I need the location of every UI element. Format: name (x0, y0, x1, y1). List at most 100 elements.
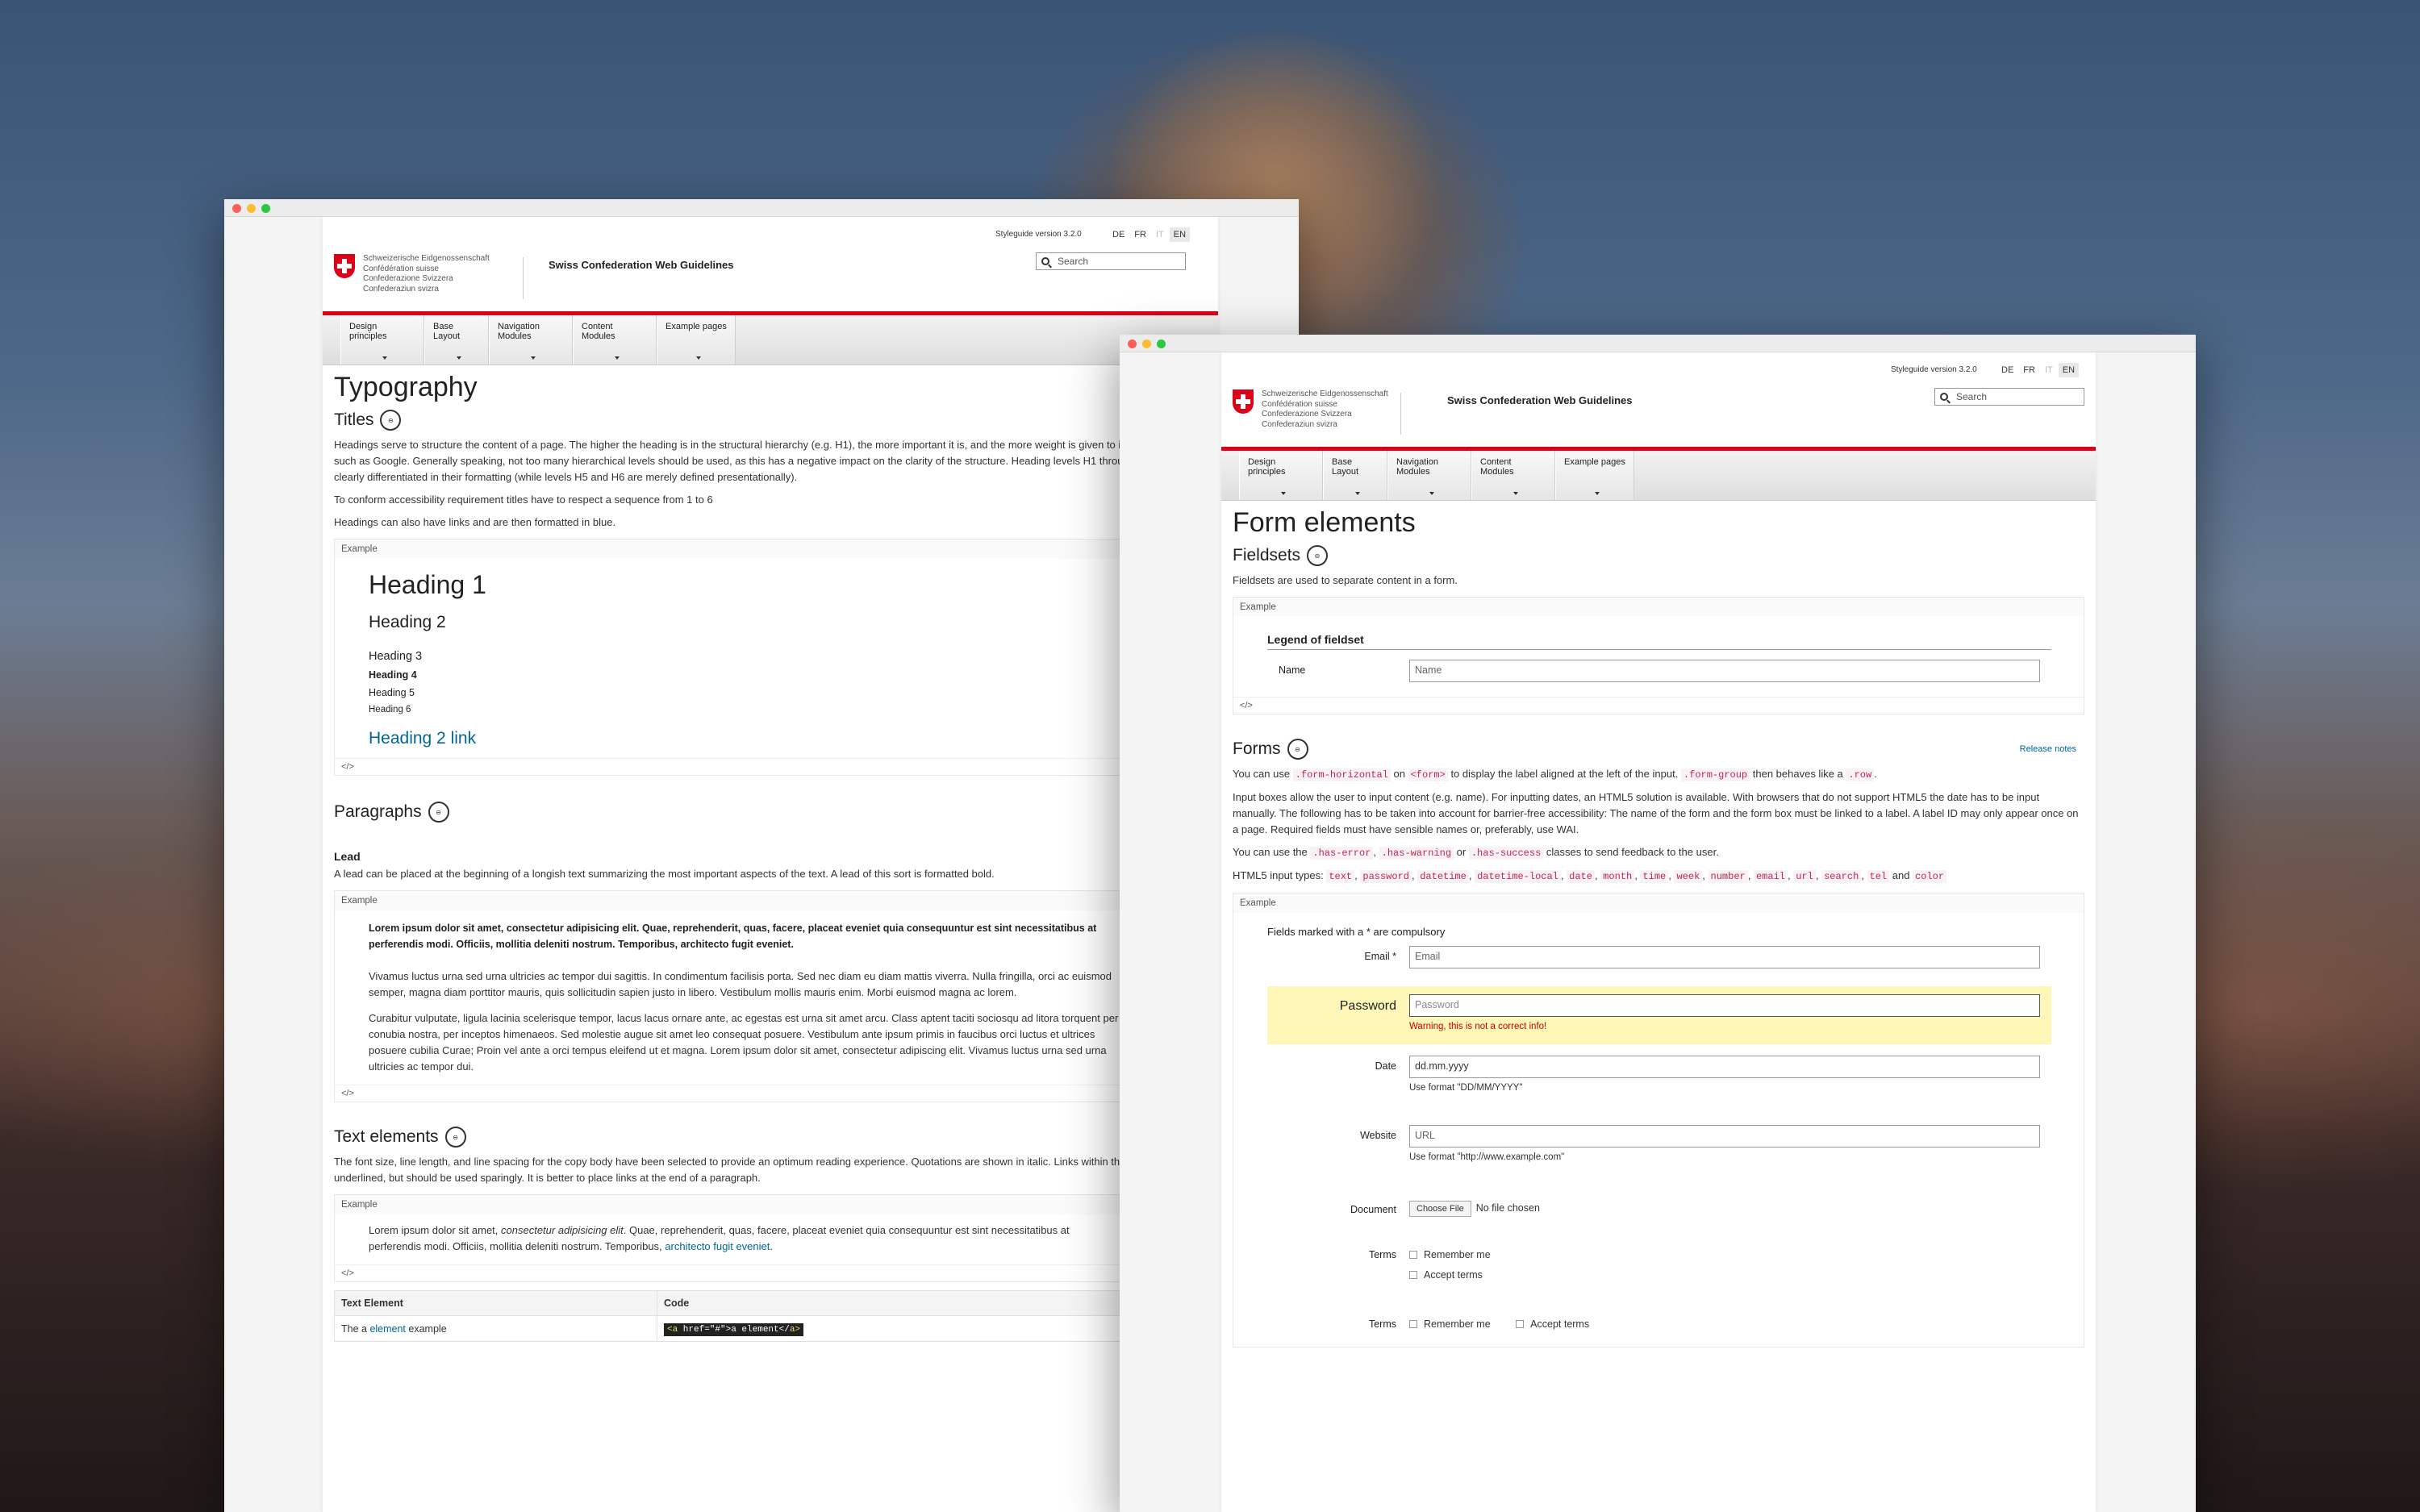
nav-item-design-principles[interactable]: Design principles (340, 315, 424, 364)
inline-code: month (1600, 870, 1635, 883)
lang-en[interactable]: EN (1169, 227, 1191, 242)
minimize-window-icon[interactable] (247, 204, 256, 213)
chevron-down-icon (1429, 492, 1434, 495)
lang-fr[interactable]: FR (2019, 363, 2039, 377)
nav-item-navigation-modules[interactable]: Navigation Modules (489, 315, 573, 364)
anchor-link-icon[interactable]: ⊖ (380, 410, 402, 431)
choose-file-button[interactable]: Choose File (1409, 1201, 1471, 1217)
inline-code: .row (1846, 768, 1875, 781)
anchor-link-icon[interactable]: ⊖ (428, 802, 449, 823)
cell-text: example (405, 1322, 447, 1335)
inline-code: week (1674, 870, 1703, 883)
date-label: Date (1375, 1060, 1396, 1072)
date-input[interactable]: dd.mm.yyyy (1409, 1056, 2040, 1078)
chevron-down-icon (696, 356, 701, 360)
logo-line: Confédération suisse (1262, 399, 1337, 409)
example-label: Example (335, 539, 1206, 559)
nav-item-example-pages[interactable]: Example pages (1555, 451, 1634, 500)
password-input[interactable]: Password (1409, 994, 2040, 1017)
text-element-sample: Lorem ipsum dolor sit amet, consectetur … (369, 1223, 1119, 1255)
page-typography: Styleguide version 3.2.0 DE FR IT EN Sch… (323, 217, 1218, 1512)
nav-item-example-pages[interactable]: Example pages (657, 315, 736, 364)
cell-link[interactable]: element (369, 1323, 405, 1335)
website-input[interactable]: URL (1409, 1125, 2040, 1148)
language-switcher: DE FR IT EN (1108, 227, 1191, 242)
logo-line: Schweizerische Eidgenossenschaft (1262, 389, 1388, 398)
password-warning-message: Warning, this is not a correct info! (1409, 1022, 1547, 1031)
cell-text: The a (341, 1322, 370, 1335)
remember-me-checkbox[interactable]: Remember me (1409, 1249, 1491, 1260)
inline-code: color (1913, 870, 1947, 883)
federal-logo[interactable]: Schweizerische Eidgenossenschaft Confédé… (334, 254, 490, 294)
maximize-window-icon[interactable] (1157, 339, 1166, 348)
search-icon (1041, 257, 1049, 265)
nav-label: principles (1248, 467, 1286, 477)
show-code-toggle[interactable]: </> (1233, 697, 2084, 714)
show-code-toggle[interactable]: </> (335, 1264, 1206, 1281)
show-code-toggle[interactable]: </> (335, 1085, 1206, 1102)
search-icon (1940, 393, 1948, 401)
lang-de[interactable]: DE (1108, 227, 1129, 242)
lang-it[interactable]: IT (2041, 363, 2057, 377)
anchor-link-icon[interactable]: ⊖ (444, 1127, 466, 1148)
lead-heading: Lead (334, 850, 361, 863)
lead-description: A lead can be placed at the beginning of… (334, 868, 995, 880)
logo-text: Schweizerische Eidgenossenschaft Confédé… (1262, 389, 1388, 430)
logo-line: Confederazione Svizzera (1262, 410, 1352, 419)
search-input[interactable]: Search (1036, 252, 1186, 270)
federal-logo[interactable]: Schweizerische Eidgenossenschaft Confédé… (1233, 389, 1388, 430)
search-input[interactable]: Search (1934, 388, 2084, 406)
heading-1-sample: Heading 1 (369, 570, 486, 599)
text: and (1889, 869, 1913, 881)
feedback-classes-note: You can use the .has-error, .has-warning… (1233, 844, 2084, 861)
minimize-window-icon[interactable] (1142, 339, 1151, 348)
nav-item-content-modules[interactable]: Content Modules (573, 315, 657, 364)
code-tag: <a (667, 1325, 678, 1335)
paragraph-sample-1: Vivamus luctus urna sed urna ultricies a… (369, 970, 1112, 998)
document-label: Document (1350, 1204, 1396, 1215)
anchor-link-icon[interactable]: ⊖ (1287, 739, 1308, 760)
lang-de[interactable]: DE (1997, 363, 2017, 377)
lang-fr[interactable]: FR (1130, 227, 1150, 242)
nav-item-design-principles[interactable]: Design principles (1239, 451, 1323, 500)
nav-item-base-layout[interactable]: Base Layout (424, 315, 489, 364)
styleguide-version: Styleguide version 3.2.0 (995, 230, 1082, 239)
inline-code: url (1793, 870, 1816, 883)
chevron-down-icon (1281, 492, 1286, 495)
nav-item-base-layout[interactable]: Base Layout (1323, 451, 1387, 500)
logo-line: Confederaziun svizra (363, 284, 439, 294)
nav-item-content-modules[interactable]: Content Modules (1471, 451, 1555, 500)
window-titlebar (224, 199, 1299, 217)
lang-en[interactable]: EN (2058, 363, 2080, 377)
close-window-icon[interactable] (1128, 339, 1137, 348)
anchor-link-icon[interactable]: ⊖ (1307, 545, 1329, 566)
text: . (1874, 768, 1877, 780)
logo-line: Confédération suisse (363, 264, 439, 273)
heading-2-link-sample[interactable]: Heading 2 link (369, 729, 1174, 748)
inline-code: <form> (1408, 768, 1448, 781)
name-input[interactable]: Name (1409, 660, 2040, 682)
site-name[interactable]: Swiss Confederation Web Guidelines (549, 259, 733, 271)
maximize-window-icon[interactable] (261, 204, 270, 213)
sample-link[interactable]: architecto fugit eveniet (665, 1240, 770, 1252)
page-forms: Styleguide version 3.2.0 DE FR IT EN Sch… (1221, 352, 2096, 1512)
lang-it[interactable]: IT (1152, 227, 1168, 242)
remember-me-inline-checkbox[interactable]: Remember me (1409, 1318, 1491, 1330)
titles-description: Headings serve to structure the content … (334, 439, 1215, 483)
example-paragraphs: Example Lorem ipsum dolor sit amet, cons… (334, 890, 1207, 1102)
example-fieldset: Example Legend of fieldset Name Name </> (1233, 597, 2084, 714)
accept-terms-inline-checkbox[interactable]: Accept terms (1516, 1318, 1589, 1330)
close-window-icon[interactable] (232, 204, 241, 213)
site-name[interactable]: Swiss Confederation Web Guidelines (1447, 394, 1632, 406)
nav-item-navigation-modules[interactable]: Navigation Modules (1387, 451, 1471, 500)
section-heading-titles: Titles (334, 410, 374, 429)
show-code-toggle[interactable]: </> (335, 758, 1206, 775)
checkbox-icon (1409, 1320, 1417, 1328)
email-input[interactable]: Email (1409, 946, 2040, 968)
release-notes-link[interactable]: Release notes (2020, 744, 2076, 754)
text: to display the label aligned at the left… (1447, 768, 1681, 780)
nav-label: Example pages (666, 322, 727, 331)
inline-code: date (1567, 870, 1595, 883)
accept-terms-checkbox[interactable]: Accept terms (1409, 1269, 1483, 1281)
fieldsets-description: Fieldsets are used to separate content i… (1233, 574, 1458, 586)
